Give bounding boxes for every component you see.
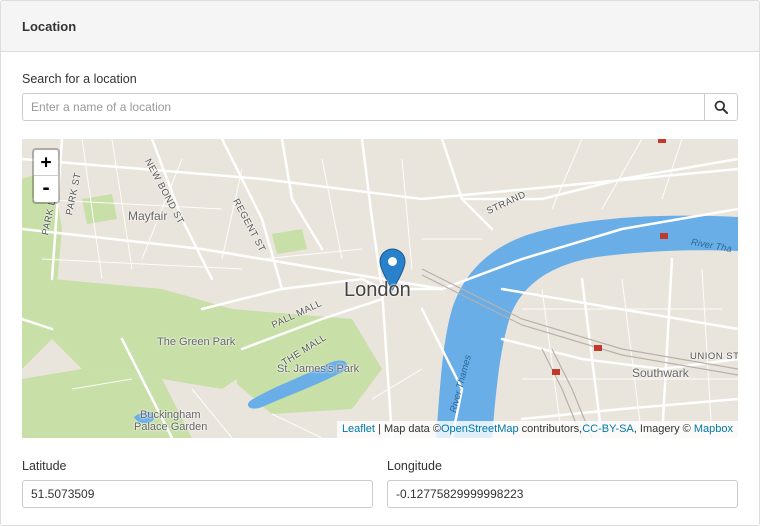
mapbox-link[interactable]: Mapbox [694, 423, 733, 435]
map-label-palace-garden: Palace Garden [134, 421, 208, 433]
openstreetmap-link[interactable]: OpenStreetMap [441, 423, 519, 435]
map-label-st-james-park: St. James's Park [277, 363, 360, 375]
zoom-in-button[interactable]: + [34, 150, 58, 176]
attribution-contributors: contributors, [518, 423, 583, 435]
search-button[interactable] [704, 93, 738, 121]
search-label: Search for a location [22, 72, 137, 86]
latitude-label: Latitude [22, 459, 67, 473]
map-label-union-st: UNION ST [690, 351, 738, 362]
map-label-buckingham: Buckingham [140, 409, 201, 421]
leaflet-link[interactable]: Leaflet [342, 423, 375, 435]
map-label-mayfair: Mayfair [128, 209, 168, 223]
panel-title: Location [22, 19, 77, 34]
location-panel: Location Search for a location Enter a n… [0, 0, 760, 526]
map-attribution: Leaflet | Map data ©OpenStreetMap contri… [336, 421, 738, 438]
panel-header: Location [1, 1, 759, 52]
latitude-input[interactable] [22, 480, 373, 508]
longitude-label: Longitude [387, 459, 442, 473]
map[interactable]: NEW BOND ST REGENT ST PARK LN PARK ST Ma… [22, 139, 738, 438]
location-search-input[interactable] [22, 93, 704, 121]
map-label-southwark: Southwark [632, 366, 689, 380]
license-link[interactable]: CC-BY-SA [582, 423, 634, 435]
search-icon [714, 100, 728, 114]
map-label-london: London [344, 279, 411, 301]
search-group [22, 93, 738, 121]
zoom-control: + - [32, 148, 60, 204]
zoom-out-button[interactable]: - [34, 176, 58, 202]
attribution-imagery: , Imagery © [633, 423, 694, 435]
map-label-green-park: The Green Park [157, 336, 236, 348]
attribution-text: | Map data © [374, 423, 441, 435]
longitude-input[interactable] [387, 480, 738, 508]
